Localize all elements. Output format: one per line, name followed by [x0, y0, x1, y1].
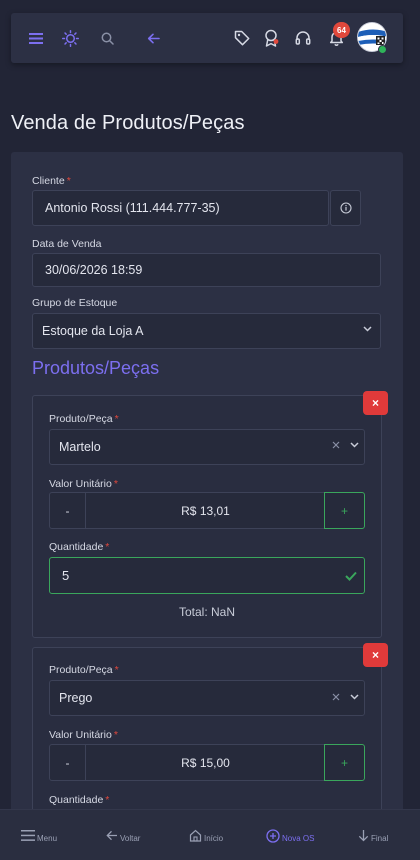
price-increment-button[interactable]: +	[324, 492, 365, 529]
produto-label: Produto/Peça *	[49, 664, 119, 676]
quantidade-label: Quantidade *	[49, 794, 110, 806]
produto-value: Prego	[59, 691, 93, 705]
bell-icon[interactable]	[327, 13, 345, 63]
produto-select[interactable]: Prego	[49, 680, 365, 716]
arrow-down-icon	[358, 830, 369, 842]
produtos-section-title: Produtos/Peças	[32, 358, 160, 378]
grupo-estoque-label: Grupo de Estoque	[32, 297, 118, 309]
nav-voltar-label: Voltar	[120, 833, 141, 843]
cliente-field[interactable]: Antonio Rossi (111.444.777-35)	[32, 190, 329, 226]
price-decrement-button[interactable]: -	[49, 744, 86, 781]
nav-voltar[interactable]: Voltar	[106, 810, 140, 860]
close-icon: ×	[371, 396, 379, 410]
select-controls	[332, 693, 359, 701]
nav-menu-label: Menu	[37, 833, 58, 843]
price-decrement-button[interactable]: -	[49, 492, 86, 529]
remove-item-button[interactable]: ×	[363, 643, 388, 667]
valor-unitario-field[interactable]: R$ 15,00	[86, 744, 325, 781]
nav-nova-os-label: Nova OS	[282, 833, 315, 843]
produto-select[interactable]: Martelo	[49, 429, 365, 465]
cliente-label: Cliente *	[32, 175, 71, 187]
plus-circle-icon	[266, 828, 280, 843]
cliente-info-button[interactable]	[330, 190, 361, 226]
cliente-value: Antonio Rossi (111.444.777-35)	[45, 201, 220, 215]
nav-nova-os[interactable]: Nova OS	[266, 810, 314, 860]
menu-icon	[21, 830, 35, 841]
clear-icon[interactable]	[332, 441, 340, 449]
search-icon[interactable]	[100, 13, 114, 63]
chevron-down-icon	[350, 694, 359, 700]
arrow-left-icon	[106, 830, 117, 841]
select-controls	[332, 441, 359, 449]
theme-sun-icon[interactable]	[61, 13, 79, 63]
page-title: Venda de Produtos/Peças	[11, 112, 245, 134]
info-icon	[339, 202, 352, 214]
award-icon[interactable]	[262, 13, 280, 63]
quantidade-label: Quantidade *	[49, 541, 110, 553]
remove-item-button[interactable]: ×	[363, 391, 388, 415]
valor-unitario-field[interactable]: R$ 13,01	[86, 492, 325, 529]
nav-inicio[interactable]: Início	[189, 810, 223, 860]
data-venda-field[interactable]: 30/06/2026 18:59	[32, 253, 381, 287]
chevron-down-icon	[350, 442, 359, 448]
bottom-navigation: Menu Voltar Início Nova OS Final	[0, 809, 420, 860]
tag-icon[interactable]	[233, 13, 251, 63]
nav-inicio-label: Início	[204, 833, 224, 843]
home-icon	[189, 829, 202, 842]
nav-final-label: Final	[371, 833, 389, 843]
produto-label: Produto/Peça *	[49, 413, 119, 425]
grupo-estoque-select[interactable]: Estoque da Loja A	[32, 313, 381, 349]
valid-check-icon	[345, 568, 357, 586]
valor-unitario-label: Valor Unitário *	[49, 729, 118, 741]
item-total: Total: NaN	[179, 605, 236, 619]
nav-menu[interactable]: Menu	[21, 810, 57, 860]
quantidade-input[interactable]: 5	[49, 557, 365, 594]
close-icon: ×	[371, 648, 379, 662]
price-increment-button[interactable]: +	[324, 744, 365, 781]
quantidade-value: 5	[62, 568, 70, 583]
chevron-down-icon	[363, 326, 372, 332]
valor-unitario-label: Valor Unitário *	[49, 478, 118, 490]
notification-badge[interactable]: 64	[333, 22, 350, 38]
nav-final[interactable]: Final	[358, 810, 388, 860]
produto-value: Martelo	[59, 440, 101, 454]
clear-icon[interactable]	[332, 693, 340, 701]
grupo-estoque-value: Estoque da Loja A	[42, 324, 144, 338]
back-arrow-icon[interactable]	[146, 13, 160, 63]
online-status-dot	[378, 45, 387, 54]
data-venda-label: Data de Venda	[32, 238, 102, 250]
menu-icon[interactable]	[29, 13, 43, 63]
data-venda-value: 30/06/2026 18:59	[45, 263, 143, 277]
headset-icon[interactable]	[294, 13, 312, 63]
top-bar	[11, 13, 403, 63]
